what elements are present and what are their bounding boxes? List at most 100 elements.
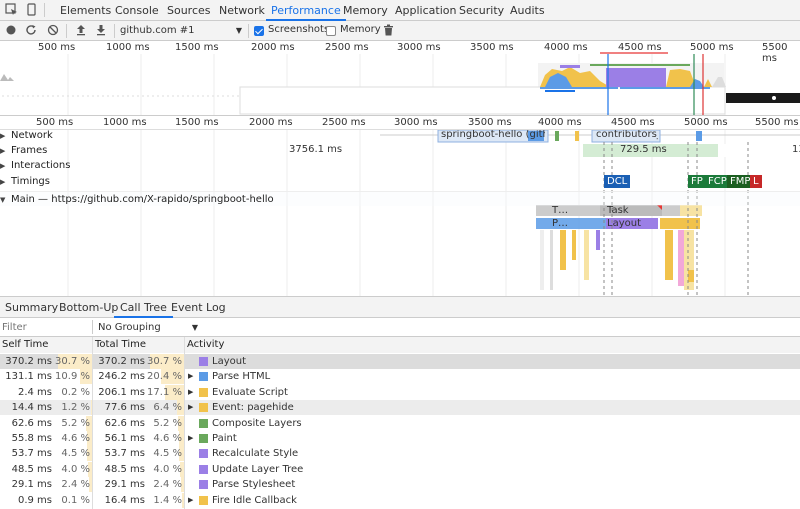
self-time-percent: 5.2 % — [61, 417, 90, 429]
expand-arrow-icon: ▶ — [0, 162, 6, 170]
download-profile-icon[interactable] — [94, 24, 108, 38]
total-time-value: 370.2 ms — [98, 356, 145, 367]
column-header-total-time[interactable]: Total Time — [93, 337, 184, 353]
reload-icon[interactable] — [24, 24, 38, 38]
total-time-percent: 2.4 % — [153, 479, 182, 491]
column-header-activity[interactable]: Activity — [185, 337, 800, 353]
call-tree-row[interactable]: 370.2 ms 30.7 % 370.2 ms 30.7 % Layout — [0, 354, 800, 370]
record-icon[interactable] — [4, 24, 18, 38]
call-tree-row[interactable]: 53.7 ms 4.5 % 53.7 ms 4.5 % Recalculate Styl… — [0, 446, 800, 462]
expand-arrow-icon[interactable]: ▶ — [188, 369, 193, 384]
tab-call-tree[interactable]: Call Tree — [114, 297, 173, 318]
ruler-tick: 4500 ms — [611, 117, 655, 128]
total-time-percent: 17.1 % — [147, 386, 182, 398]
track-frames[interactable]: ▶ Frames — [0, 143, 47, 158]
tab-application[interactable]: Application — [395, 0, 456, 21]
flame-layout[interactable]: Layout — [607, 218, 641, 229]
filter-separator — [92, 320, 93, 334]
profile-select[interactable]: github.com #1 ▼ — [120, 24, 242, 38]
tab-event-log[interactable]: Event Log — [171, 297, 226, 318]
ruler-tick: 2500 ms — [322, 117, 366, 128]
total-time-value: 29.1 ms — [104, 479, 145, 491]
call-tree-row[interactable]: 48.5 ms 4.0 % 48.5 ms 4.0 % Update Layer Tre… — [0, 461, 800, 477]
self-time-percent: 0.1 % — [61, 494, 90, 506]
category-color-icon — [199, 357, 208, 366]
self-time-value: 55.8 ms — [11, 433, 52, 444]
total-time-percent: 5.2 % — [153, 417, 182, 429]
self-time-percent: 4.5 % — [61, 448, 90, 460]
tab-summary[interactable]: Summary — [5, 297, 58, 318]
activity-name: Paint — [212, 433, 237, 444]
expand-arrow-icon[interactable]: ▶ — [188, 493, 193, 508]
expand-arrow-icon[interactable]: ▶ — [188, 431, 193, 446]
track-main[interactable]: ▼ Main — https://github.com/X-rapido/spri… — [0, 191, 800, 206]
network-request[interactable]: contributors_… — [596, 130, 658, 140]
frame-duration[interactable]: 729.5 ms — [620, 144, 667, 155]
network-request[interactable]: springboot-hello (gith… — [441, 130, 545, 140]
total-time-value: 16.4 ms — [104, 494, 145, 506]
track-interactions[interactable]: ▶ Interactions — [0, 158, 70, 173]
device-toolbar-icon[interactable] — [24, 3, 38, 17]
self-time-value: 131.1 ms — [5, 371, 52, 383]
activity-name: Evaluate Script — [212, 386, 288, 398]
total-time-percent: 4.0 % — [153, 463, 182, 475]
total-time-percent: 4.6 % — [153, 433, 182, 444]
self-time-percent: 10.9 % — [55, 371, 90, 383]
ruler-tick: 4000 ms — [538, 117, 582, 128]
tab-audits[interactable]: Audits — [510, 0, 545, 21]
column-header-self-time[interactable]: Self Time — [0, 337, 92, 353]
expand-arrow-icon[interactable]: ▶ — [188, 400, 193, 415]
frame-duration[interactable]: 13 — [792, 144, 800, 155]
expand-arrow-icon: ▶ — [0, 178, 6, 186]
frame-duration[interactable]: 3756.1 ms — [289, 144, 342, 155]
inspect-element-icon[interactable] — [4, 3, 18, 17]
tab-network[interactable]: Network — [219, 0, 265, 21]
call-tree-row[interactable]: 0.9 ms 0.1 % 16.4 ms 1.4 % ▶ Fire Idle Callba… — [0, 492, 800, 508]
memory-checkbox[interactable] — [326, 26, 336, 36]
self-time-percent: 4.6 % — [61, 433, 90, 444]
tab-sources[interactable]: Sources — [167, 0, 211, 21]
screenshots-checkbox[interactable] — [254, 26, 264, 36]
ruler-tick: 1500 ms — [175, 117, 219, 128]
activity-name: Parse HTML — [212, 371, 271, 383]
tab-console[interactable]: Console — [115, 0, 159, 21]
flame-parse-short[interactable]: P… — [552, 218, 568, 229]
tab-security[interactable]: Security — [459, 0, 504, 21]
flame-task[interactable]: Task — [607, 205, 629, 216]
dropdown-arrow-icon: ▼ — [235, 26, 242, 35]
category-color-icon — [199, 449, 208, 459]
clear-icon[interactable] — [46, 24, 60, 38]
self-time-value: 2.4 ms — [17, 386, 52, 398]
flame-chart[interactable]: ▶ Network ▶ Frames ▶ Interactions ▶ Timings … — [0, 130, 800, 296]
timeline-overview[interactable]: 500 ms 1000 ms 1500 ms 2000 ms 2500 ms 3… — [0, 41, 800, 116]
call-tree-row[interactable]: 29.1 ms 2.4 % 29.1 ms 2.4 % Parse Stylesheet — [0, 477, 800, 493]
column-divider — [92, 337, 93, 509]
tab-memory[interactable]: Memory — [343, 0, 388, 21]
activity-name: Composite Layers — [212, 417, 302, 429]
activity-name: Update Layer Tree — [212, 463, 304, 475]
tab-performance[interactable]: Performance — [266, 0, 346, 21]
upload-profile-icon[interactable] — [74, 24, 88, 38]
track-network[interactable]: ▶ Network — [0, 130, 53, 143]
filter-bar: No Grouping ▼ — [0, 318, 800, 337]
flame-task-short[interactable]: T… — [552, 205, 568, 216]
call-tree-row[interactable]: 131.1 ms 10.9 % 246.2 ms 20.4 % ▶ Parse HTML — [0, 369, 800, 385]
total-time-percent: 4.5 % — [153, 448, 182, 460]
call-tree-row[interactable]: 55.8 ms 4.6 % 56.1 ms 4.6 % ▶ Paint — [0, 431, 800, 446]
track-timings[interactable]: ▶ Timings — [0, 174, 50, 189]
fp-marker[interactable]: FP — [688, 175, 706, 188]
trash-icon[interactable] — [381, 24, 395, 38]
performance-toolbar: github.com #1 ▼ Screenshots Memory — [0, 21, 800, 41]
call-tree-row[interactable]: 62.6 ms 5.2 % 62.6 ms 5.2 % Composite Layers — [0, 415, 800, 431]
dcl-marker[interactable]: DCL — [604, 175, 631, 188]
load-marker[interactable]: L — [750, 175, 762, 188]
tab-elements[interactable]: Elements — [60, 0, 111, 21]
grouping-select[interactable]: No Grouping ▼ — [98, 320, 198, 335]
filter-input[interactable] — [2, 320, 90, 335]
call-tree-row[interactable]: 2.4 ms 0.2 % 206.1 ms 17.1 % ▶ Evaluate Scrip… — [0, 384, 800, 400]
tab-bottom-up[interactable]: Bottom-Up — [59, 297, 118, 318]
total-time-value: 56.1 ms — [104, 433, 145, 444]
call-tree-row[interactable]: 14.4 ms 1.2 % 77.6 ms 6.4 % ▶ Event: pagehide — [0, 400, 800, 416]
expand-arrow-icon[interactable]: ▶ — [188, 385, 193, 400]
self-time-value: 48.5 ms — [11, 463, 52, 475]
